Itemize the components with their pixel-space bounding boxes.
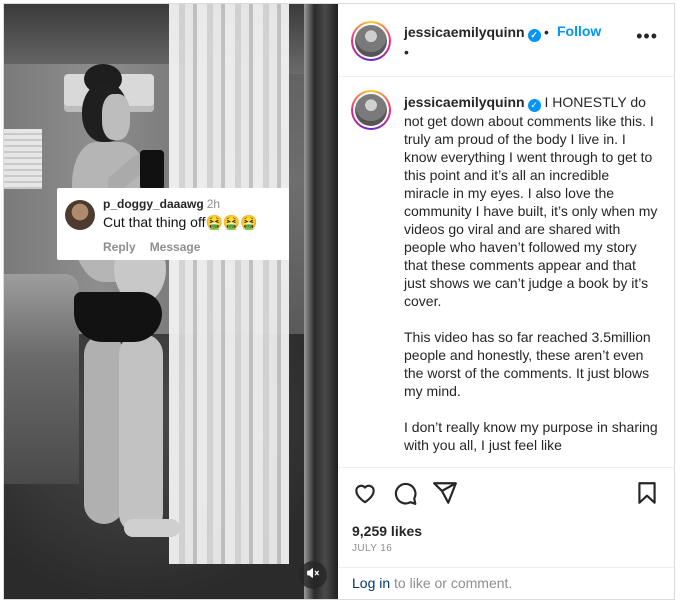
bookmark-icon[interactable] <box>634 480 660 506</box>
overlay-reply-button: Reply <box>103 240 136 254</box>
overlay-comment-actions: Reply Message <box>103 240 214 254</box>
paper-plane-icon[interactable] <box>432 480 458 506</box>
mute-button[interactable] <box>299 561 327 589</box>
overlay-comment-header: p_doggy_daaawg 2h <box>103 197 220 211</box>
video-person <box>44 64 184 544</box>
post-date[interactable]: JULY 16 <box>352 543 392 554</box>
caption-scroll-area[interactable]: jessicaemilyquinn ✓ I HONESTLY do not get… <box>338 77 674 467</box>
caption-paragraph-2: This video has so far reached 3.5million… <box>404 329 651 399</box>
overlay-comment-text: Cut that thing off🤮🤮🤮 <box>103 214 258 230</box>
caption-author-avatar[interactable] <box>351 90 391 130</box>
video-window-blinds <box>4 129 42 189</box>
header-subline-dot: • <box>404 44 409 60</box>
caption-username-link[interactable]: jessicaemilyquinn <box>404 94 525 110</box>
overlay-message-button: Message <box>149 240 201 254</box>
post-video[interactable]: p_doggy_daaawg 2h Cut that thing off🤮🤮🤮 R… <box>4 4 338 599</box>
comment-icon[interactable] <box>392 480 418 506</box>
login-prompt-text: to like or comment. <box>390 575 513 591</box>
video-phone <box>140 150 164 190</box>
overlay-comment-card: p_doggy_daaawg 2h Cut that thing off🤮🤮🤮 R… <box>57 188 289 260</box>
verified-badge-icon: ✓ <box>527 99 541 112</box>
overlay-comment-time: 2h <box>206 197 221 211</box>
more-options-button[interactable]: ••• <box>636 26 658 47</box>
video-curtain <box>169 4 289 564</box>
video-door-frame <box>304 4 338 599</box>
login-link[interactable]: Log in <box>352 575 390 591</box>
author-username-row: jessicaemilyquinn ✓ <box>404 24 541 42</box>
caption-text: jessicaemilyquinn ✓ I HONESTLY do not get… <box>404 93 658 454</box>
heart-icon[interactable] <box>352 480 378 506</box>
speaker-muted-icon <box>306 566 320 585</box>
author-avatar[interactable] <box>351 21 391 61</box>
follow-button[interactable]: Follow <box>557 23 601 39</box>
post-actions-bar: 9,259 likes JULY 16 <box>338 467 674 567</box>
overlay-comment-avatar <box>65 200 95 230</box>
post-header: jessicaemilyquinn ✓ • Follow • ••• <box>338 4 674 77</box>
author-username-link[interactable]: jessicaemilyquinn <box>404 24 525 40</box>
header-separator: • <box>544 24 549 40</box>
login-prompt: Log in to like or comment. <box>338 567 674 599</box>
overlay-comment-username: p_doggy_daaawg <box>103 197 204 211</box>
post-side-panel: jessicaemilyquinn ✓ • Follow • ••• jessic… <box>338 4 674 599</box>
caption-paragraph-1: I HONESTLY do not get down about comment… <box>404 94 658 309</box>
caption-paragraph-3: I don’t really know my purpose in sharin… <box>404 419 658 453</box>
likes-count[interactable]: 9,259 likes <box>352 523 422 539</box>
verified-badge-icon: ✓ <box>527 29 541 42</box>
instagram-post: p_doggy_daaawg 2h Cut that thing off🤮🤮🤮 R… <box>3 3 675 600</box>
